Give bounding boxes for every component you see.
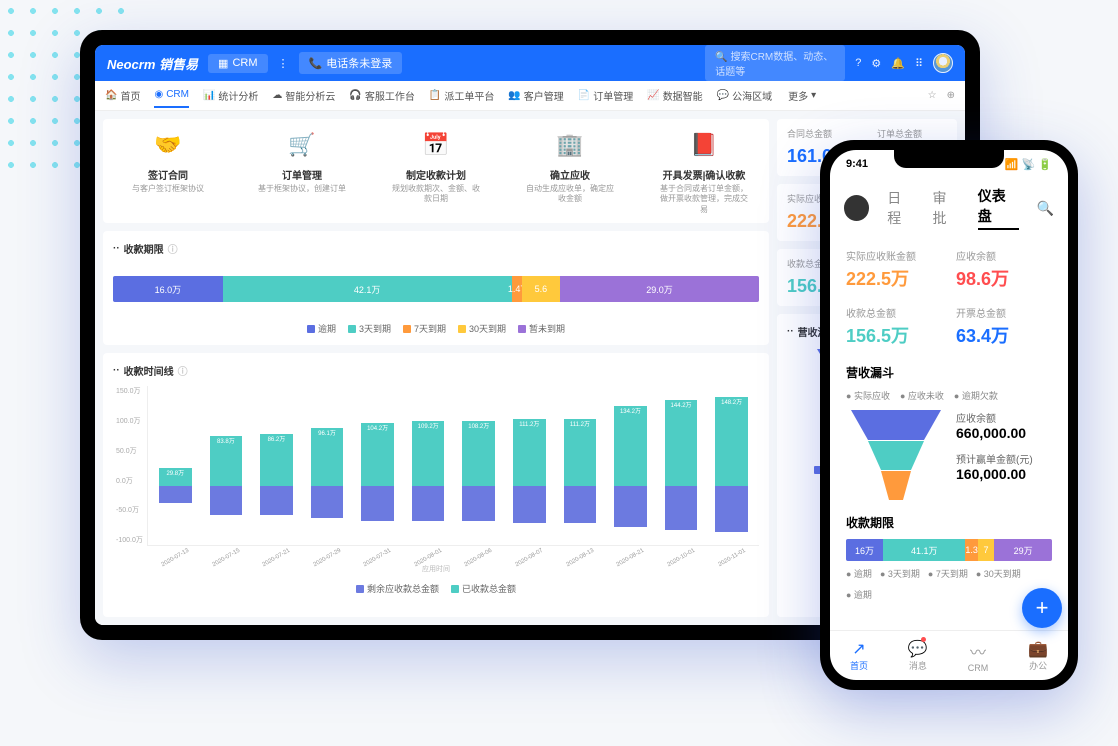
phone-tab-approval[interactable]: 审批 <box>933 188 960 228</box>
stat-value: 160,000.00 <box>956 466 1033 482</box>
star-icon[interactable]: ☆ <box>928 90 937 101</box>
bn-message[interactable]: 💬消息 <box>908 639 928 672</box>
apps-icon[interactable]: ⠿ <box>915 57 923 70</box>
card-title: ··收款期限 ⓘ <box>113 241 759 256</box>
x-axis-label: 应用时间 <box>113 564 759 574</box>
nav-more[interactable]: 更多 ▾ <box>788 82 816 109</box>
kpi-grid: 实际应收账金额222.5万应收余额98.6万收款总金额156.5万开票总金额63… <box>846 248 1052 348</box>
crm-selector[interactable]: ▦ CRM <box>208 54 267 73</box>
expand-icon[interactable]: ⊕ <box>947 90 955 101</box>
bottom-nav: ↗首页 💬消息 〰CRM 💼办公 <box>830 630 1068 680</box>
phone-funnel-chart <box>846 410 946 500</box>
nav-home[interactable]: 🏠 首页 <box>105 82 140 109</box>
timeline-chart: 150.0万100.0万50.0万0.0万-50.0万-100.0万 29.8万… <box>147 386 759 546</box>
nav-service[interactable]: 🎧 客服工作台 <box>349 82 414 109</box>
process-step: 🤝 签订合同 与客户签订框架协议 <box>123 127 213 215</box>
nav-data[interactable]: 📈 数据智能 <box>647 82 702 109</box>
stacked-bar-chart: 16.0万42.1万1.475.629.0万 <box>113 276 759 302</box>
stat-value: 660,000.00 <box>956 425 1033 441</box>
phone-stacked-bar: 16万41.1万1.3729万 <box>846 539 1052 561</box>
process-step: 📅 制定收款计划 规划收款期次、金额、收款日期 <box>391 127 481 215</box>
nav-customer[interactable]: 👥 客户管理 <box>508 82 563 109</box>
fab-add[interactable]: + <box>1022 588 1062 628</box>
phone-tab-schedule[interactable]: 日程 <box>887 188 914 228</box>
phone-tab-dashboard[interactable]: 仪表盘 <box>978 186 1019 230</box>
nav-public[interactable]: 💬 公海区域 <box>717 82 772 109</box>
menu-dots-icon[interactable]: ⋮ <box>278 57 289 70</box>
avatar[interactable] <box>933 53 953 73</box>
bn-crm[interactable]: 〰CRM <box>968 639 989 673</box>
kpi-label: 订单总金额 <box>877 127 947 140</box>
nav-stats[interactable]: 📊 统计分析 <box>203 82 258 109</box>
kpi-label: 合同总金额 <box>787 127 857 140</box>
signal-icons: 📶 📡 🔋 <box>1005 158 1052 171</box>
chart-legend: 逾期3天到期7天到期30天到期暂未到期 <box>113 322 759 335</box>
avatar[interactable] <box>844 195 869 221</box>
bn-office[interactable]: 💼办公 <box>1028 639 1048 672</box>
chart-legend: 剩余应收款总金额 已收款总金额 <box>113 582 759 595</box>
phone-legend: ● 逾期● 3天到期● 7天到期● 30天到期● 逾期 <box>846 567 1052 601</box>
payment-period-card: ··收款期限 ⓘ 16.0万42.1万1.475.629.0万 逾期3天到期7天… <box>103 231 769 345</box>
process-step: 📕 开具发票|确认收款 基于合同或者订单金额，做开票收款管理，完成交易 <box>659 127 749 215</box>
bn-home[interactable]: ↗首页 <box>850 639 868 672</box>
card-title: ··收款时间线 ⓘ <box>113 363 759 378</box>
process-card: 🤝 签订合同 与客户签订框架协议 🛒 订单管理 基于框架协议，创建订单 📅 制定… <box>103 119 769 223</box>
gear-icon[interactable]: ⚙ <box>871 57 881 70</box>
logo: Neocrm 销售易 <box>107 54 198 73</box>
phone-login[interactable]: 📞 电话条未登录 <box>299 52 403 74</box>
phone-frame: 9:41 📶 📡 🔋 日程 审批 仪表盘 🔍 实际应收账金额222.5万应收余额… <box>820 140 1078 690</box>
nav-order[interactable]: 📄 订单管理 <box>578 82 633 109</box>
main-nav: 🏠 首页 ◉ CRM 📊 统计分析 ☁ 智能分析云 🎧 客服工作台 📋 派工单平… <box>95 81 965 111</box>
stat-label: 预计赢单金额(元) <box>956 451 1033 466</box>
bell-icon[interactable]: 🔔 <box>891 57 905 70</box>
app-header: Neocrm 销售易 ▦ CRM ⋮ 📞 电话条未登录 🔍 搜索CRM数据、动态… <box>95 45 965 81</box>
help-icon[interactable]: ? <box>855 57 861 69</box>
timeline-card: ··收款时间线 ⓘ 150.0万100.0万50.0万0.0万-50.0万-10… <box>103 353 769 617</box>
nav-ai[interactable]: ☁ 智能分析云 <box>272 82 335 109</box>
search-input[interactable]: 🔍 搜索CRM数据、动态、话题等 <box>705 45 845 81</box>
process-step: 🛒 订单管理 基于框架协议，创建订单 <box>257 127 347 215</box>
stat-label: 应收余额 <box>956 410 1033 425</box>
nav-crm[interactable]: ◉ CRM <box>154 83 189 108</box>
section-title: 营收漏斗 <box>846 364 1052 381</box>
process-step: 🏢 确立应收 自动生成应收单，确定应收金额 <box>525 127 615 215</box>
phone-tabs: 日程 审批 仪表盘 🔍 <box>830 178 1068 238</box>
section-title: 收款期限 <box>846 514 1052 531</box>
search-icon[interactable]: 🔍 <box>1037 200 1054 217</box>
nav-dispatch[interactable]: 📋 派工单平台 <box>429 82 494 109</box>
